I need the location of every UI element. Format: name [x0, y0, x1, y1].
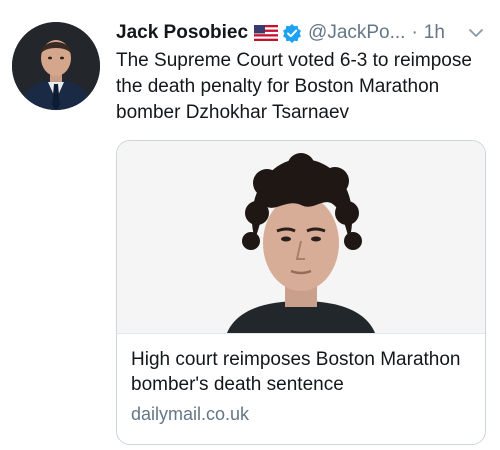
handle[interactable]: @JackPo...: [308, 22, 405, 44]
separator: ·: [411, 22, 418, 43]
card-title[interactable]: High court reimposes Boston Marathon bom…: [131, 347, 475, 397]
tweet-text: The Supreme Court voted 6-3 to reimpose …: [116, 50, 472, 123]
card-domain[interactable]: dailymail.co.uk: [131, 404, 249, 425]
timestamp[interactable]: 1h: [424, 22, 445, 44]
tweet-header: Jack Posobiec @JackPo... · 1h: [116, 18, 490, 48]
display-name[interactable]: Jack Posobiec: [116, 22, 248, 44]
chevron-down-icon[interactable]: [466, 23, 486, 43]
link-card[interactable]: High court reimposes Boston Marathon bom…: [116, 140, 486, 445]
us-flag-icon: [254, 25, 279, 41]
tweet[interactable]: Jack Posobiec @JackPo... · 1h The Suprem…: [0, 0, 500, 450]
card-image: [117, 141, 485, 334]
verified-badge-icon: [282, 23, 302, 43]
avatar[interactable]: [12, 22, 100, 110]
